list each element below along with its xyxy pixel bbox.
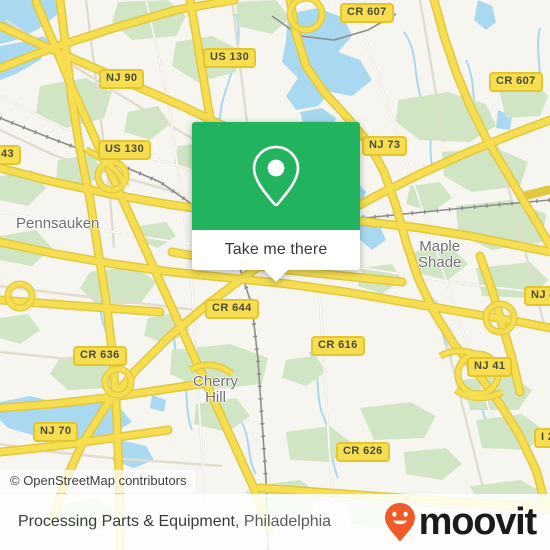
road-shield: US 130	[98, 140, 152, 160]
road-shield: CR 644	[205, 299, 259, 319]
road-shield: NJ 41	[467, 357, 513, 377]
moovit-pin-icon	[384, 503, 415, 542]
road-shield: CR 616	[311, 336, 365, 356]
road-shield: CR 607	[489, 72, 543, 92]
place-label: Maple Shade	[418, 238, 462, 271]
place-label: Pennsauken	[16, 215, 100, 232]
location-title: Processing Parts & Equipment, Philadelph…	[18, 513, 331, 531]
road-shield: CR 607	[340, 3, 394, 23]
popup-tail	[264, 270, 288, 282]
take-me-there-label: Take me there	[224, 241, 328, 258]
road-shield: NJ 90	[99, 69, 145, 89]
bottom-info-bar: Processing Parts & Equipment, Philadelph…	[0, 494, 550, 550]
map-pin-icon	[252, 145, 300, 207]
road-shield: NJ 70	[33, 422, 79, 442]
road-shield: I 2	[534, 428, 550, 448]
popup-action-bar[interactable]: Take me there	[192, 230, 360, 270]
moovit-wordmark: moovit	[418, 501, 538, 543]
map-screenshot: CR 607 US 130 CR 607 NJ 90 US 130 43 NJ 73 CR 6…	[0, 0, 550, 550]
location-popup-card[interactable]: Take me there	[192, 122, 360, 282]
road-shield: NJ 73	[362, 136, 408, 156]
osm-attribution[interactable]: © OpenStreetMap contributors	[0, 470, 195, 493]
place-label: Cherry Hill	[193, 373, 239, 406]
road-shield: US 130	[203, 48, 257, 68]
popup-header	[192, 122, 360, 230]
road-shield: CR 626	[336, 442, 390, 462]
location-place-name: Processing Parts & Equipment	[18, 513, 235, 530]
road-shield: CR 636	[73, 346, 127, 366]
location-city: , Philadelphia	[235, 513, 332, 530]
road-shield: 43	[0, 145, 22, 165]
moovit-logo[interactable]: moovit	[383, 501, 538, 543]
road-shield: NJ 4	[524, 286, 550, 306]
